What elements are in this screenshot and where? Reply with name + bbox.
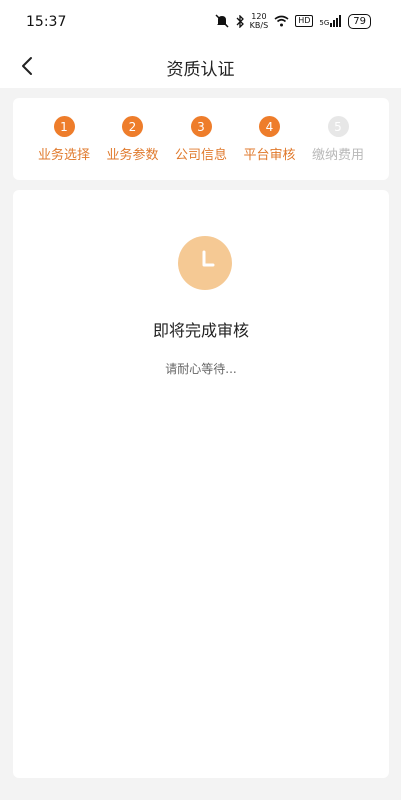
step-item-4: 4 平台审核 bbox=[241, 116, 299, 163]
step-number: 3 bbox=[190, 116, 212, 137]
signal-indicator: 5G bbox=[319, 15, 342, 27]
status-bar: 15:37 120 KB/S HD 5G 79 bbox=[0, 0, 401, 44]
hd-badge: HD bbox=[295, 15, 314, 27]
step-label: 平台审核 bbox=[243, 148, 296, 163]
wifi-icon bbox=[274, 15, 289, 27]
battery-indicator: 79 bbox=[348, 13, 371, 29]
page-title: 资质认证 bbox=[166, 60, 235, 80]
nav-bar: 资质认证 bbox=[0, 44, 401, 88]
bluetooth-icon bbox=[236, 14, 244, 28]
step-item-3: 3 公司信息 bbox=[172, 116, 230, 163]
status-icons: 120 KB/S HD 5G 79 bbox=[214, 12, 371, 30]
review-status-subtitle: 请耐心等待... bbox=[165, 362, 237, 376]
step-number: 4 bbox=[259, 116, 280, 137]
step-item-5: 5 缴纳费用 bbox=[309, 116, 367, 163]
review-status-card: 即将完成审核 请耐心等待... bbox=[13, 190, 389, 778]
step-label: 缴纳费用 bbox=[311, 148, 364, 163]
step-label: 业务选择 bbox=[37, 148, 90, 163]
signal-bars-icon bbox=[330, 15, 342, 27]
step-label: 公司信息 bbox=[174, 148, 227, 163]
clock-icon bbox=[178, 236, 232, 290]
step-item-1: 1 业务选择 bbox=[35, 116, 93, 163]
steps-card: 1 业务选择 2 业务参数 3 公司信息 4 平台审核 5 缴纳费用 bbox=[13, 98, 389, 180]
network-speed: 120 KB/S bbox=[249, 12, 269, 30]
step-label: 业务参数 bbox=[106, 148, 159, 163]
step-number: 2 bbox=[122, 116, 143, 137]
mute-bell-icon bbox=[215, 14, 229, 28]
step-progress: 1 业务选择 2 业务参数 3 公司信息 4 平台审核 5 缴纳费用 bbox=[13, 98, 389, 163]
status-time: 15:37 bbox=[26, 14, 67, 30]
step-number: 5 bbox=[327, 116, 349, 137]
step-number: 1 bbox=[53, 116, 75, 137]
review-status-title: 即将完成审核 bbox=[152, 321, 249, 340]
step-item-2: 2 业务参数 bbox=[104, 116, 162, 163]
